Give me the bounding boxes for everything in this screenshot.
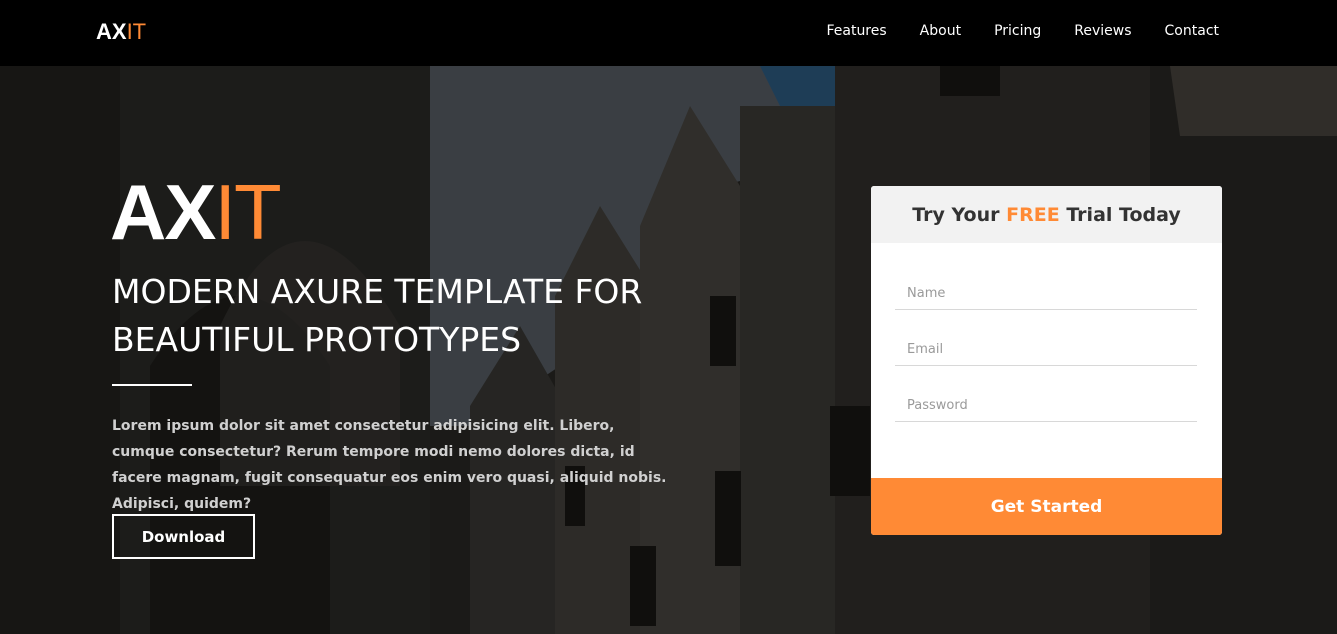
top-navbar: AXIT Features About Pricing Reviews Cont…	[0, 0, 1337, 66]
password-field-wrapper	[895, 384, 1197, 422]
hero-heading-line2: BEAUTIFUL PROTOTYPES	[112, 320, 522, 359]
name-field-wrapper	[895, 272, 1197, 310]
email-field-wrapper	[895, 328, 1197, 366]
name-field[interactable]	[895, 272, 1197, 309]
nav-item-reviews[interactable]: Reviews	[1074, 23, 1131, 39]
nav-menu: Features About Pricing Reviews Contact	[826, 23, 1219, 39]
trial-title-accent: FREE	[1006, 203, 1060, 226]
hero-divider	[112, 384, 192, 386]
hero-logo-part1: AX	[110, 168, 216, 256]
nav-item-features[interactable]: Features	[826, 23, 886, 39]
brand-logo[interactable]: AXIT	[96, 19, 146, 45]
hero-description: Lorem ipsum dolor sit amet consectetur a…	[112, 418, 667, 512]
hero-heading: MODERN AXURE TEMPLATE FOR BEAUTIFUL PROT…	[112, 268, 712, 364]
get-started-button[interactable]: Get Started	[871, 478, 1222, 535]
hero-section: AXIT MODERN AXURE TEMPLATE FOR BEAUTIFUL…	[0, 66, 1337, 634]
nav-item-contact[interactable]: Contact	[1165, 23, 1219, 39]
trial-signup-card: Try Your FREE Trial Today Get Started	[871, 186, 1222, 535]
brand-part1: AX	[96, 19, 127, 44]
email-field[interactable]	[895, 328, 1197, 365]
hero-heading-line1: MODERN AXURE TEMPLATE FOR	[112, 272, 643, 311]
trial-card-title: Try Your FREE Trial Today	[871, 186, 1222, 243]
nav-item-about[interactable]: About	[920, 23, 961, 39]
download-button[interactable]: Download	[112, 514, 255, 559]
nav-item-pricing[interactable]: Pricing	[994, 23, 1041, 39]
password-field[interactable]	[895, 384, 1197, 421]
trial-title-before: Try Your	[912, 203, 1000, 226]
trial-title-after: Trial Today	[1066, 203, 1181, 226]
hero-logo: AXIT	[110, 172, 282, 252]
brand-part2: IT	[126, 19, 147, 44]
hero-logo-part2: IT	[214, 168, 281, 256]
